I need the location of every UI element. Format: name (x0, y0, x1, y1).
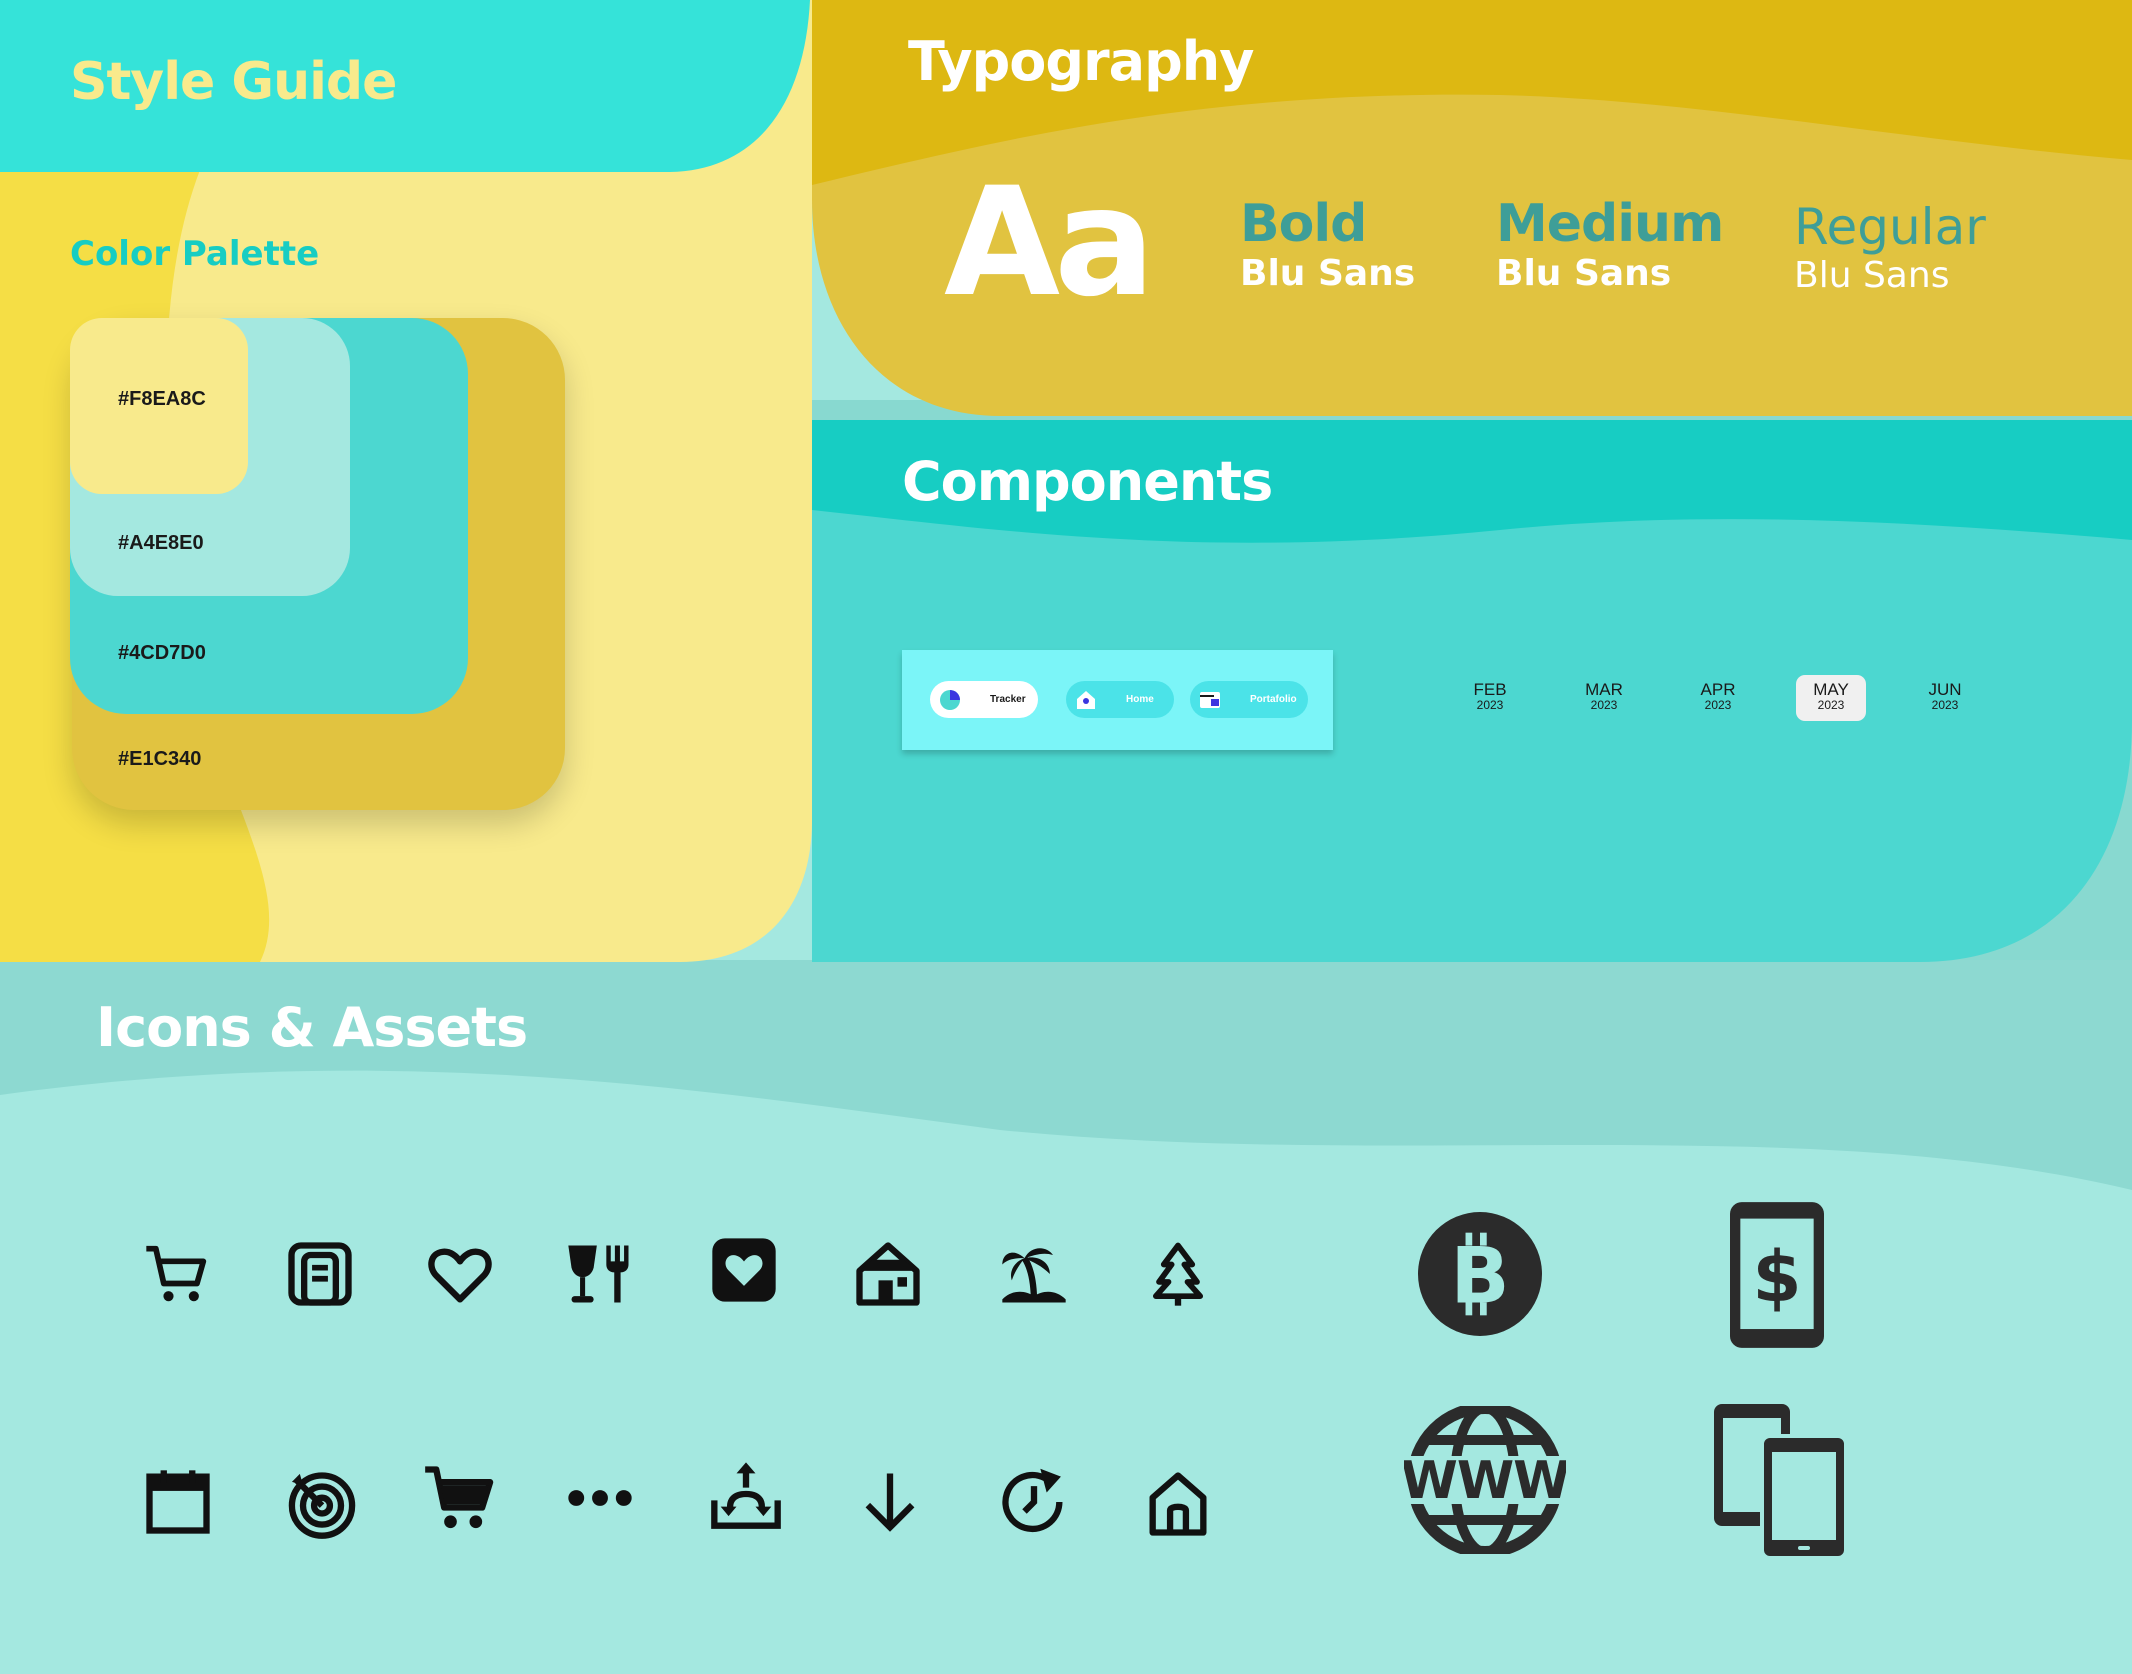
month-label: FEB (1473, 680, 1507, 699)
more-dots-icon (562, 1460, 638, 1536)
refresh-clock-icon (996, 1464, 1072, 1540)
year-label: 2023 (1590, 698, 1618, 712)
type-family-bold: Blu Sans (1240, 253, 1416, 294)
year-label: 2023 (1931, 698, 1959, 712)
devices-icon (1712, 1402, 1848, 1560)
month-jun[interactable]: JUN 2023 (1910, 675, 1980, 721)
month-feb[interactable]: FEB 2023 (1455, 675, 1525, 721)
nav-pill-label: Home (1126, 694, 1154, 705)
heart-square-icon (706, 1232, 782, 1308)
nav-pill-portafolio[interactable]: Portafolio (1190, 681, 1308, 718)
swatch-label: #A4E8E0 (118, 532, 204, 554)
share-out-icon (708, 1456, 784, 1532)
cart-icon (140, 1236, 216, 1312)
year-label: 2023 (1704, 698, 1732, 712)
type-family-medium: Blu Sans (1496, 253, 1672, 294)
typography-title: Typography (908, 30, 1254, 93)
month-label: MAY (1813, 680, 1849, 699)
pine-tree-icon (1140, 1236, 1216, 1312)
wallet-icon (1200, 691, 1220, 708)
month-apr[interactable]: APR 2023 (1683, 675, 1753, 721)
arrow-down-icon (852, 1464, 928, 1540)
house-icon (850, 1236, 926, 1312)
month-label: MAR (1585, 680, 1623, 699)
www-text: WWW (1404, 1451, 1566, 1511)
food-drink-icon (562, 1236, 638, 1312)
type-sample: Aa (944, 156, 1155, 330)
icons-assets-title: Icons & Assets (96, 996, 528, 1059)
bitcoin-icon: B (1418, 1212, 1542, 1336)
palm-tree-icon (996, 1236, 1072, 1312)
swatch-label: #4CD7D0 (118, 642, 206, 664)
cart-filled-icon (422, 1460, 498, 1536)
nav-pill-tracker[interactable]: Tracker (930, 681, 1038, 718)
nav-pill-home[interactable]: Home (1066, 681, 1174, 718)
heart-icon (422, 1236, 498, 1312)
type-weight-medium: Medium (1496, 194, 1724, 254)
nav-pill-label: Portafolio (1250, 694, 1297, 705)
color-palette-title: Color Palette (70, 234, 320, 274)
type-weight-regular: Regular (1794, 198, 1986, 256)
month-label: APR (1700, 680, 1736, 699)
mobile-dollar-icon: $ (1730, 1202, 1824, 1348)
svg-text:$: $ (1752, 1236, 1801, 1318)
nav-pill-label: Tracker (990, 694, 1026, 705)
home-icon (1077, 690, 1095, 709)
type-weight-bold: Bold (1240, 194, 1367, 254)
month-mar[interactable]: MAR 2023 (1569, 675, 1639, 721)
target-icon (284, 1466, 360, 1542)
www-globe-icon: WWW (1400, 1402, 1571, 1558)
nav-bar-component: Tracker Home Portafolio (902, 650, 1333, 750)
type-family-regular: Blu Sans (1794, 255, 1950, 296)
month-may[interactable]: MAY 2023 (1796, 675, 1866, 721)
month-label: JUN (1928, 680, 1962, 699)
year-label: 2023 (1817, 698, 1845, 712)
swatch-label: #E1C340 (118, 748, 202, 770)
calendar-icon (140, 1464, 216, 1540)
home-outline-icon (1140, 1466, 1216, 1542)
page-title: Style Guide (70, 52, 397, 112)
year-label: 2023 (1476, 698, 1504, 712)
pie-chart-icon (940, 689, 960, 710)
components-title: Components (902, 450, 1273, 513)
receipt-icon (282, 1236, 358, 1312)
swatch-label: #F8EA8C (118, 388, 206, 410)
